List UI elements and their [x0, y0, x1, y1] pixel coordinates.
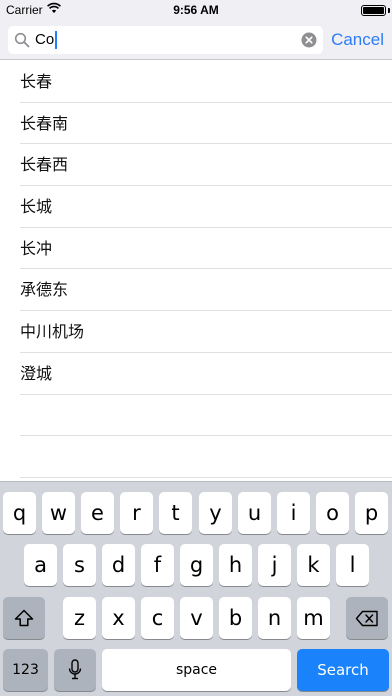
- search-key[interactable]: Search: [297, 649, 389, 691]
- key-s[interactable]: s: [63, 544, 96, 586]
- key-f[interactable]: f: [141, 544, 174, 586]
- key-h[interactable]: h: [219, 544, 252, 586]
- search-field[interactable]: Co: [8, 26, 323, 54]
- space-key[interactable]: space: [102, 649, 291, 691]
- key-y[interactable]: y: [199, 492, 232, 534]
- microphone-icon: [68, 659, 82, 680]
- shift-key[interactable]: [3, 597, 45, 639]
- key-v[interactable]: v: [180, 597, 213, 639]
- key-q[interactable]: q: [3, 492, 36, 534]
- list-item[interactable]: 中川机场: [0, 311, 392, 353]
- battery-tip: [388, 8, 390, 13]
- dictation-key[interactable]: [54, 649, 96, 691]
- clear-icon[interactable]: [301, 32, 317, 48]
- list-item[interactable]: 承德东: [0, 269, 392, 311]
- results-list: 长春 长春南 长春西 长城 长冲 承德东 中川机场 澄城: [0, 61, 392, 478]
- list-item-empty: [0, 395, 392, 437]
- key-g[interactable]: g: [180, 544, 213, 586]
- list-item[interactable]: 澄城: [0, 353, 392, 395]
- list-item[interactable]: 长城: [0, 186, 392, 228]
- key-c[interactable]: c: [141, 597, 174, 639]
- key-k[interactable]: k: [297, 544, 330, 586]
- key-j[interactable]: j: [258, 544, 291, 586]
- key-i[interactable]: i: [277, 492, 310, 534]
- key-r[interactable]: r: [120, 492, 153, 534]
- search-icon: [14, 32, 30, 48]
- key-t[interactable]: t: [159, 492, 192, 534]
- key-b[interactable]: b: [219, 597, 252, 639]
- list-item-empty: [0, 436, 392, 478]
- key-l[interactable]: l: [336, 544, 369, 586]
- delete-icon: [355, 610, 378, 626]
- delete-key[interactable]: [346, 597, 388, 639]
- key-x[interactable]: x: [102, 597, 135, 639]
- status-bar: Carrier 9:56 AM: [0, 0, 392, 20]
- search-query: Co: [35, 31, 55, 48]
- key-n[interactable]: n: [258, 597, 291, 639]
- key-o[interactable]: o: [316, 492, 349, 534]
- key-e[interactable]: e: [81, 492, 114, 534]
- text-cursor: [55, 31, 58, 49]
- clock: 9:56 AM: [173, 3, 219, 17]
- key-u[interactable]: u: [238, 492, 271, 534]
- numbers-key[interactable]: 123: [3, 649, 48, 691]
- key-p[interactable]: p: [355, 492, 388, 534]
- key-m[interactable]: m: [297, 597, 330, 639]
- key-w[interactable]: w: [42, 492, 75, 534]
- keyboard: q w e r t y u i o p a s d f g h j k l z …: [0, 481, 392, 696]
- search-input[interactable]: Co: [35, 30, 58, 50]
- list-item[interactable]: 长春南: [0, 103, 392, 145]
- list-item[interactable]: 长冲: [0, 228, 392, 270]
- key-z[interactable]: z: [63, 597, 96, 639]
- key-d[interactable]: d: [102, 544, 135, 586]
- search-bar: Co Cancel: [0, 20, 392, 60]
- battery-icon: [361, 5, 386, 16]
- list-item[interactable]: 长春西: [0, 144, 392, 186]
- list-item[interactable]: 长春: [0, 61, 392, 103]
- key-a[interactable]: a: [24, 544, 57, 586]
- shift-icon: [14, 609, 34, 627]
- cancel-button[interactable]: Cancel: [331, 30, 384, 50]
